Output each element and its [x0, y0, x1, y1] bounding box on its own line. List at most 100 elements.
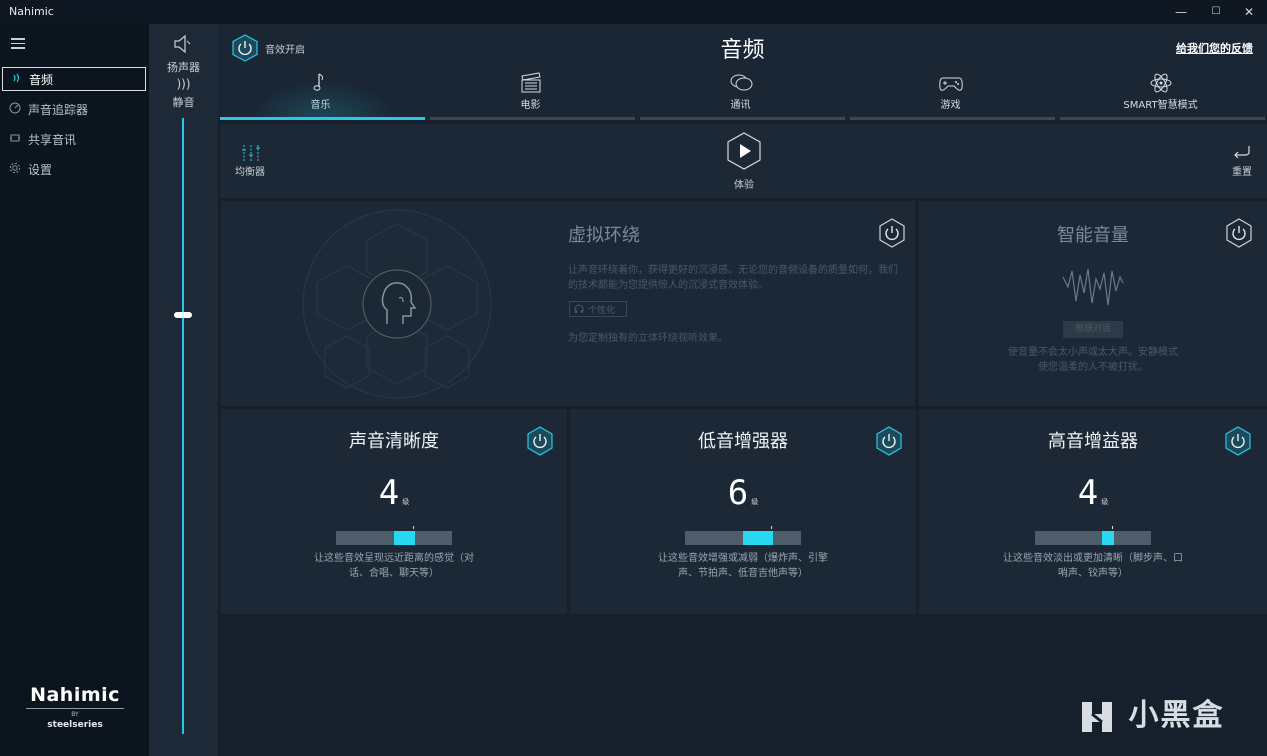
volume-slider-thumb[interactable]	[174, 312, 192, 319]
virtual-surround-card: 虚拟环绕 让声音环绕着你，获得更好的沉浸感。无论您的音频设备的质量如何，我们的技…	[221, 201, 915, 406]
effect-desc: 让这些音效呈现远近距离的感觉（对话、合唱、聊天等）	[314, 553, 474, 579]
feedback-link[interactable]: 给我们您的反馈	[1176, 40, 1253, 56]
app-title: Nahimic	[9, 5, 54, 18]
gear-icon	[2, 162, 28, 177]
effect-level-slider[interactable]	[1035, 526, 1151, 545]
try-play-button[interactable]	[726, 132, 762, 173]
tab-movie[interactable]: 电影	[428, 72, 635, 120]
smart-volume-power-button[interactable]	[1225, 218, 1253, 251]
mute-button[interactable]: 静音	[149, 94, 218, 110]
clarity-card: 声音清晰度 4级 让这些音效呈现远近距离的感觉（对话、合唱、聊天等）	[221, 409, 567, 614]
effect-slider-tick	[412, 526, 414, 529]
tab-label: 电影	[520, 100, 541, 111]
personalize-label: 个性化	[588, 305, 616, 316]
xiaoheihe-watermark: 小黑盒	[1078, 690, 1224, 734]
headphones-icon	[574, 304, 584, 313]
treble-boost-power-button[interactable]	[1224, 426, 1252, 459]
nav-item-settings[interactable]: 设置	[2, 157, 146, 181]
tab-underline	[640, 117, 845, 120]
clapperboard-icon	[518, 72, 544, 94]
virtual-surround-power-button[interactable]	[878, 218, 906, 251]
effect-slider-fill	[394, 531, 415, 545]
tab-label: 游戏	[940, 100, 961, 111]
bass-boost-card: 低音增强器 6级 让这些音效增强或减弱（爆炸声、引擎声、节拍声、低音吉他声等）	[570, 409, 916, 614]
nav-item-label: 共享音讯	[28, 132, 77, 147]
nav-item-label: 音频	[29, 72, 54, 87]
virtual-surround-title: 虚拟环绕	[568, 225, 640, 246]
speaker-label: 扬声器	[167, 61, 200, 74]
header: 音效开启 音频 给我们您的反馈 音乐 电影 通讯 游戏 SMART智慧模式	[218, 24, 1267, 120]
reset-icon[interactable]	[1232, 144, 1252, 163]
tab-game[interactable]: 游戏	[848, 72, 1055, 120]
radar-icon	[2, 102, 28, 117]
main-content: 音效开启 音频 给我们您的反馈 音乐 电影 通讯 游戏 SMART智慧模式 均衡…	[218, 24, 1267, 756]
effect-level-display: 6级	[570, 473, 916, 513]
bass-boost-power-button[interactable]	[875, 426, 903, 459]
tab-smart-mode[interactable]: SMART智慧模式	[1058, 72, 1265, 120]
nav-item-share-audio[interactable]: 共享音讯	[2, 127, 146, 151]
effect-desc: 让这些音效增强或减弱（爆炸声、引擎声、节拍声、低音吉他声等）	[658, 553, 828, 579]
effect-slider-fill	[743, 531, 774, 545]
effect-level-value: 6	[727, 473, 749, 513]
equalizer-icon[interactable]	[240, 144, 262, 165]
virtual-surround-desc: 让声音环绕着你，获得更好的沉浸感。无论您的音频设备的质量如何，我们的技术都能为您…	[568, 265, 898, 291]
nav-item-audio[interactable]: 音频	[2, 67, 146, 91]
surround-sphere-graphic	[302, 209, 492, 399]
effect-level-display: 4级	[919, 473, 1267, 513]
smart-volume-desc: 使音量不会太小声或太大声。安静模式使您温柔的人不被打扰。	[1008, 347, 1178, 373]
effect-level-value: 4	[378, 473, 400, 513]
left-navigation: 音频 声音追踪器 共享音讯 设置 Nahimic BY steelseries	[0, 24, 149, 756]
watermark-logo-icon	[1078, 700, 1116, 734]
logo-brand: Nahimic	[30, 684, 120, 706]
smart-volume-mode-button[interactable]: 根据对话	[1063, 321, 1123, 338]
speaker-icon[interactable]	[171, 32, 195, 56]
chat-bubble-icon	[728, 72, 754, 94]
close-button[interactable]: ✕	[1230, 0, 1267, 24]
effect-slider-fill	[1102, 531, 1114, 545]
nahimic-logo: Nahimic BY steelseries	[26, 684, 124, 730]
tab-label: 音乐	[310, 100, 331, 111]
effect-title: 低音增强器	[698, 431, 788, 452]
clarity-power-button[interactable]	[526, 426, 554, 459]
effect-slider-tick	[1111, 526, 1113, 529]
music-note-icon	[308, 72, 334, 94]
reset-label[interactable]: 重置	[1232, 163, 1252, 178]
tab-label: 通讯	[730, 100, 751, 111]
share-audio-icon	[2, 132, 28, 147]
logo-partner: steelseries	[47, 720, 103, 730]
smart-volume-card: 智能音量 根据对话 使音量不会太小声或太大声。安静模式使您温柔的人不被打扰。	[919, 201, 1267, 406]
effect-desc: 让这些音效淡出或更加清晰（脚步声、口哨声、铰声等）	[1003, 553, 1183, 579]
tab-underline	[430, 117, 635, 120]
try-label: 体验	[734, 180, 754, 191]
tab-music[interactable]: 音乐	[218, 72, 425, 120]
nav-item-sound-tracker[interactable]: 声音追踪器	[2, 97, 146, 121]
virtual-surround-note: 为您定制独有的立体环绕视听效果。	[568, 333, 728, 344]
effect-title: 声音清晰度	[349, 431, 439, 452]
smart-volume-title: 智能音量	[1057, 225, 1129, 246]
effect-title: 高音增益器	[1048, 431, 1138, 452]
effect-level-display: 4级	[221, 473, 567, 513]
treble-boost-card: 高音增益器 4级 让这些音效淡出或更加清晰（脚步声、口哨声、铰声等）	[919, 409, 1267, 614]
waveform-icon	[1062, 268, 1124, 306]
watermark-text: 小黑盒	[1128, 698, 1225, 733]
effect-level-slider[interactable]	[685, 526, 801, 545]
equalizer-label[interactable]: 均衡器	[235, 163, 265, 178]
effect-level-unit: 级	[1101, 498, 1109, 506]
tab-label: SMART智慧模式	[1123, 100, 1198, 111]
hamburger-menu-icon[interactable]	[11, 38, 25, 52]
tab-communication[interactable]: 通讯	[638, 72, 845, 120]
effect-level-unit: 级	[751, 498, 759, 506]
nav-item-label: 声音追踪器	[28, 102, 89, 117]
personalize-button[interactable]: 个性化	[569, 301, 627, 317]
tab-underline	[1060, 117, 1265, 120]
effect-level-unit: 级	[402, 498, 410, 506]
tab-underline	[220, 117, 425, 120]
minimize-button[interactable]: —	[1162, 0, 1200, 24]
effect-level-slider[interactable]	[336, 526, 452, 545]
volume-slider-track[interactable]	[182, 118, 184, 734]
tab-underline	[850, 117, 1055, 120]
logo-by: BY	[26, 708, 124, 718]
title-bar: Nahimic — ☐ ✕	[0, 0, 1267, 24]
toolbar: 均衡器 体验 重置	[220, 124, 1267, 198]
effect-slider-tick	[771, 526, 773, 529]
